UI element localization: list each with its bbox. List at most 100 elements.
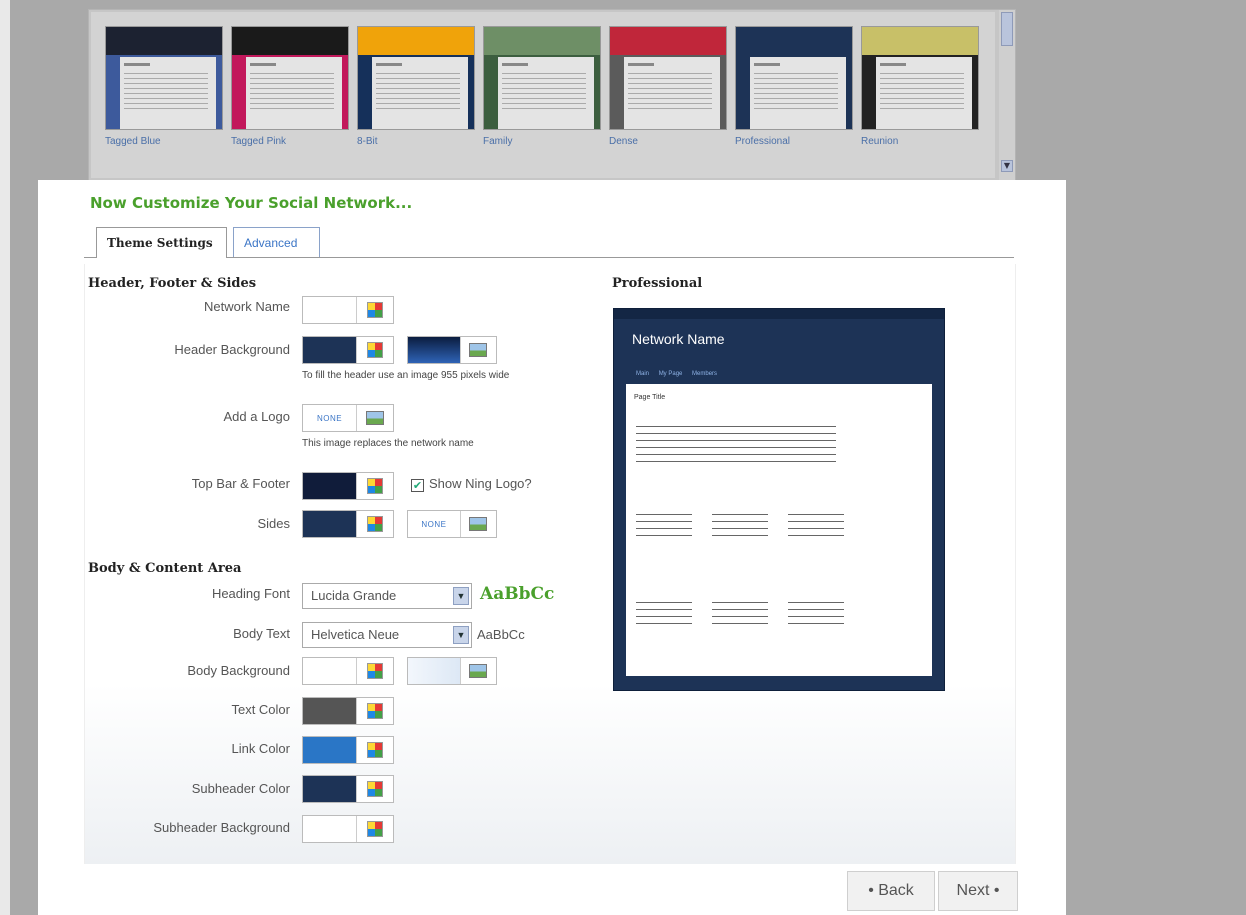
tab-theme-settings[interactable]: Theme Settings xyxy=(96,227,227,258)
theme-thumbnail-body xyxy=(750,57,846,129)
subheader-color-picker[interactable] xyxy=(302,775,394,803)
heading-font-select[interactable]: Lucida Grande ▼ xyxy=(302,583,472,609)
theme-label[interactable]: Dense xyxy=(609,136,638,147)
theme-thumbnail[interactable] xyxy=(861,26,979,130)
scrollbar-thumb[interactable] xyxy=(1001,12,1013,46)
add-logo-label: Add a Logo xyxy=(223,409,290,424)
logo-image-picker[interactable]: NONE xyxy=(302,404,394,432)
theme-thumbnail-header xyxy=(232,27,348,55)
theme-label[interactable]: Reunion xyxy=(861,136,898,147)
link-color-picker[interactable] xyxy=(302,736,394,764)
body-text-sample: AaBbCc xyxy=(477,627,525,642)
preview-theme-title: Professional xyxy=(612,276,703,291)
theme-thumbnail[interactable] xyxy=(231,26,349,130)
image-icon[interactable] xyxy=(461,511,496,537)
palette-icon[interactable] xyxy=(357,473,393,499)
image-icon[interactable] xyxy=(357,405,393,431)
text-color-picker[interactable] xyxy=(302,697,394,725)
preview-nav: Main My Page Members xyxy=(636,371,725,377)
theme-thumbnail[interactable] xyxy=(483,26,601,130)
network-name-color-picker[interactable] xyxy=(302,296,394,324)
color-swatch xyxy=(303,337,357,363)
body-text-font-select[interactable]: Helvetica Neue ▼ xyxy=(302,622,472,648)
theme-thumbnail-body xyxy=(624,57,720,129)
theme-thumbnail-body xyxy=(120,57,216,129)
image-icon[interactable] xyxy=(461,337,496,363)
show-ning-logo-checkbox[interactable]: ✔ xyxy=(411,479,424,492)
theme-thumbnail-body xyxy=(876,57,972,129)
top-bar-footer-color-picker[interactable] xyxy=(302,472,394,500)
scroll-down-arrow-icon[interactable]: ▼ xyxy=(1001,160,1013,172)
sides-color-picker[interactable] xyxy=(302,510,394,538)
theme-thumbnail-body xyxy=(246,57,342,129)
theme-label[interactable]: Professional xyxy=(735,136,790,147)
next-button[interactable]: Next • xyxy=(938,871,1018,911)
preview-top-bar xyxy=(614,309,944,319)
image-icon[interactable] xyxy=(461,658,496,684)
palette-icon[interactable] xyxy=(357,511,393,537)
preview-paragraph xyxy=(788,514,844,540)
preview-nav-item: My Page xyxy=(658,371,683,377)
chevron-down-icon[interactable]: ▼ xyxy=(453,587,469,605)
color-swatch xyxy=(303,737,357,763)
color-swatch xyxy=(303,816,357,842)
text-color-label: Text Color xyxy=(231,702,290,717)
subheader-background-color-picker[interactable] xyxy=(302,815,394,843)
color-swatch xyxy=(303,658,357,684)
preview-paragraph xyxy=(636,426,836,464)
palette-icon[interactable] xyxy=(357,737,393,763)
palette-icon[interactable] xyxy=(357,776,393,802)
page-title: Now Customize Your Social Network... xyxy=(90,194,413,212)
theme-thumbnail[interactable] xyxy=(609,26,727,130)
header-background-label: Header Background xyxy=(174,342,290,357)
palette-icon[interactable] xyxy=(357,297,393,323)
subheader-background-label: Subheader Background xyxy=(153,820,290,835)
body-text-font-value: Helvetica Neue xyxy=(311,627,400,642)
palette-icon[interactable] xyxy=(357,337,393,363)
preview-nav-item: Main xyxy=(636,371,650,377)
color-swatch xyxy=(303,473,357,499)
theme-thumbnail[interactable] xyxy=(735,26,853,130)
theme-gallery-inner: Tagged Blue Tagged Pink 8-Bit Family Dense Pr… xyxy=(91,12,995,178)
body-background-color-picker[interactable] xyxy=(302,657,394,685)
heading-font-label: Heading Font xyxy=(211,586,290,601)
palette-icon[interactable] xyxy=(357,698,393,724)
header-background-color-picker[interactable] xyxy=(302,336,394,364)
image-swatch xyxy=(408,658,461,684)
theme-thumbnail-header xyxy=(106,27,222,55)
preview-paragraph xyxy=(788,602,844,628)
image-swatch xyxy=(408,337,461,363)
tab-advanced[interactable]: Advanced xyxy=(233,227,320,257)
left-margin xyxy=(0,0,10,915)
preview-paragraph xyxy=(712,602,768,628)
theme-thumbnail[interactable] xyxy=(105,26,223,130)
theme-thumbnail-header xyxy=(736,27,852,55)
theme-label[interactable]: Tagged Pink xyxy=(231,136,286,147)
preview-paragraph xyxy=(712,514,768,540)
palette-icon[interactable] xyxy=(357,816,393,842)
palette-icon[interactable] xyxy=(357,658,393,684)
back-button[interactable]: • Back xyxy=(847,871,935,911)
preview-nav-item: Members xyxy=(692,371,718,377)
theme-label[interactable]: Family xyxy=(483,136,512,147)
body-background-label: Body Background xyxy=(187,663,290,678)
sides-image-picker[interactable]: NONE xyxy=(407,510,497,538)
theme-preview: Network Name Main My Page Members Page T… xyxy=(613,308,945,691)
chevron-down-icon[interactable]: ▼ xyxy=(453,626,469,644)
header-background-image-picker[interactable] xyxy=(407,336,497,364)
section-body-content: Body & Content Area xyxy=(88,561,242,576)
theme-gallery: Tagged Blue Tagged Pink 8-Bit Family Dense Pr… xyxy=(88,9,1016,181)
preview-paragraph xyxy=(636,602,692,628)
gallery-scrollbar[interactable]: ▼ xyxy=(999,10,1015,180)
theme-label[interactable]: 8-Bit xyxy=(357,136,378,147)
color-swatch xyxy=(303,776,357,802)
body-text-label: Body Text xyxy=(233,626,290,641)
network-name-label: Network Name xyxy=(204,299,290,314)
theme-thumbnail[interactable] xyxy=(357,26,475,130)
theme-thumbnail-header xyxy=(862,27,978,55)
preview-network-name: Network Name xyxy=(632,331,725,347)
theme-label[interactable]: Tagged Blue xyxy=(105,136,161,147)
header-background-hint: To fill the header use an image 955 pixe… xyxy=(302,370,510,381)
preview-paragraph xyxy=(636,514,692,540)
body-background-image-picker[interactable] xyxy=(407,657,497,685)
